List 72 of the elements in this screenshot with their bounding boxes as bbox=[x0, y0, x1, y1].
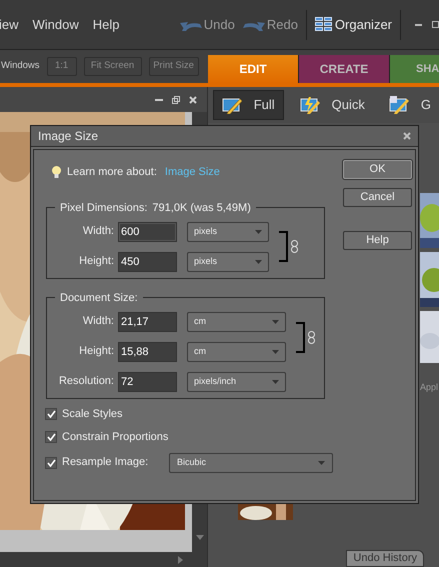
redo-button[interactable]: Redo bbox=[242, 14, 298, 34]
caret-icon bbox=[318, 460, 325, 464]
group-label: Document Size: bbox=[60, 290, 138, 306]
checkbox[interactable] bbox=[45, 431, 57, 444]
dialog-button[interactable]: Cancel bbox=[343, 188, 412, 207]
method-dropdown[interactable]: Bicubic bbox=[169, 452, 333, 472]
checkbox[interactable] bbox=[45, 408, 57, 420]
input-field[interactable]: 21,17 bbox=[118, 312, 177, 332]
bracket-icon bbox=[296, 322, 306, 352]
caret-icon bbox=[272, 320, 279, 324]
unit-dropdown[interactable]: pixels bbox=[187, 222, 269, 242]
help-label: Learn more about: bbox=[67, 165, 157, 180]
scroll-right-icon[interactable] bbox=[178, 556, 183, 564]
checkbox-label: Constrain Proportions bbox=[62, 430, 168, 445]
minimize-icon[interactable] bbox=[155, 98, 163, 101]
field-label: Width: bbox=[82, 224, 114, 240]
lightning-screen-icon bbox=[300, 96, 320, 114]
input-field[interactable]: 600 bbox=[118, 222, 177, 242]
view-button[interactable]: 1:1 bbox=[46, 57, 77, 76]
mode-button[interactable]: Quick bbox=[292, 90, 373, 120]
panel-tab[interactable]: Undo History bbox=[346, 550, 424, 567]
chain-link-icon bbox=[308, 330, 315, 344]
pencil-screen-icon bbox=[222, 96, 242, 114]
maximize-icon[interactable] bbox=[432, 21, 439, 28]
numbered-screen-icon bbox=[388, 96, 409, 114]
close-icon[interactable] bbox=[403, 132, 411, 140]
view-button[interactable]: Print Size bbox=[148, 57, 199, 76]
organizer-button[interactable]: Organizer bbox=[306, 10, 392, 40]
dialog-button[interactable]: OK bbox=[343, 160, 412, 179]
caret-icon bbox=[255, 230, 262, 234]
help-link[interactable]: Image Size bbox=[164, 164, 220, 180]
input-field[interactable]: 450 bbox=[118, 252, 177, 272]
mode-button[interactable]: Full bbox=[212, 90, 284, 120]
close-icon[interactable] bbox=[189, 96, 197, 104]
grid-icon bbox=[314, 17, 333, 32]
unit-dropdown[interactable]: cm bbox=[187, 312, 286, 332]
caret-icon bbox=[255, 260, 262, 264]
menu-item[interactable]: Help bbox=[92, 14, 120, 34]
field-label: Height: bbox=[78, 254, 114, 270]
checkbox-label: Resample Image: bbox=[62, 455, 150, 470]
field-label: Width: bbox=[82, 314, 114, 330]
minimize-icon[interactable] bbox=[415, 23, 422, 26]
view-button[interactable]: Fit Screen bbox=[84, 57, 142, 76]
caret-icon bbox=[272, 350, 279, 354]
input-field[interactable]: 15,88 bbox=[118, 342, 177, 362]
input-field[interactable]: 72 bbox=[118, 372, 177, 392]
group-value: 791,0K (was 5,49M) bbox=[152, 200, 251, 216]
unit-dropdown[interactable]: pixels/inch bbox=[187, 372, 286, 392]
unit-dropdown[interactable]: pixels bbox=[187, 252, 269, 272]
checkbox[interactable] bbox=[45, 456, 57, 468]
panel-label: Appl bbox=[420, 381, 438, 394]
checkbox-label: Scale Styles bbox=[62, 406, 124, 422]
lightbulb-icon bbox=[52, 166, 61, 179]
bracket-icon bbox=[279, 231, 289, 262]
mode-tab[interactable]: EDIT bbox=[208, 55, 299, 83]
field-label: Height: bbox=[78, 344, 114, 360]
toolbar-label: Windows bbox=[1, 59, 40, 74]
mode-tab[interactable]: SHA bbox=[390, 55, 439, 83]
group-label: Pixel Dimensions: bbox=[60, 200, 148, 216]
mode-button[interactable]: G bbox=[380, 90, 439, 120]
restore-icon[interactable] bbox=[172, 96, 180, 104]
dialog-title: Image Size bbox=[38, 128, 98, 145]
field-label: Resolution: bbox=[58, 374, 114, 390]
menu-item[interactable]: Window bbox=[32, 14, 79, 34]
dialog-button[interactable]: Help bbox=[343, 231, 412, 250]
undo-button[interactable]: Undo bbox=[180, 14, 235, 34]
chain-link-icon bbox=[291, 240, 298, 253]
unit-dropdown[interactable]: cm bbox=[187, 342, 286, 362]
mode-tab[interactable]: CREATE bbox=[299, 55, 390, 83]
menu-item[interactable]: iew bbox=[0, 14, 19, 34]
caret-icon bbox=[272, 380, 279, 384]
scroll-down-icon[interactable] bbox=[196, 535, 204, 540]
